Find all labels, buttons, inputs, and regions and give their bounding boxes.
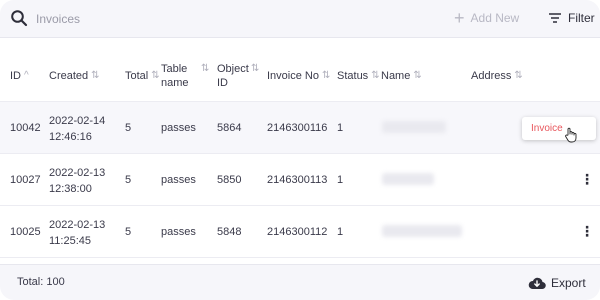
column-header-name-label: Name <box>381 70 411 82</box>
plus-icon: + <box>454 8 465 28</box>
cell-object-id: 5864 <box>217 122 242 134</box>
table-row[interactable]: 10042 2022-02-14 12:46:16 5 passes 5864 … <box>0 102 600 154</box>
column-header-status-label: Status <box>337 70 369 82</box>
cell-table-name: passes <box>161 122 196 134</box>
cell-status: 1 <box>337 122 344 134</box>
table-footer: Total: 100 Export <box>0 264 600 300</box>
cell-status: 1 <box>337 226 344 238</box>
sort-icon: ⇅ <box>201 63 210 74</box>
sort-icon: ⇅ <box>413 70 422 81</box>
cell-name-redacted <box>382 121 446 133</box>
cell-created-time: 11:25:45 <box>49 235 92 247</box>
add-new-label: Add New <box>470 11 520 25</box>
column-header-invoice-no-label: Invoice No <box>267 70 319 82</box>
cell-status: 1 <box>337 174 344 186</box>
add-new-button[interactable]: + Add New <box>454 8 519 28</box>
column-header-object-id-label-2: ID <box>217 77 228 89</box>
table-row[interactable]: 10027 2022-02-13 12:38:00 5 passes 5850 … <box>0 154 600 206</box>
export-label: Export <box>551 276 586 290</box>
table-header: ID ^ Created ⇅ Total ⇅ Table name ⇅ Obje… <box>0 50 600 102</box>
cell-total: 5 <box>125 226 132 238</box>
column-header-table-name-label-2: name <box>161 77 189 89</box>
column-header-total[interactable]: Total ⇅ <box>125 69 160 83</box>
cell-created-date: 2022-02-13 <box>49 167 106 179</box>
cell-name-redacted <box>382 173 434 185</box>
cell-invoice-no: 2146300113 <box>267 174 328 186</box>
cell-id: 10027 <box>10 174 41 186</box>
column-header-address-label: Address <box>471 70 512 82</box>
cell-created-time: 12:38:00 <box>49 183 92 195</box>
sort-icon: ⇅ <box>514 70 523 81</box>
column-header-invoice-no[interactable]: Invoice No ⇅ <box>267 69 330 83</box>
column-header-id-label: ID <box>10 70 21 82</box>
column-header-total-label: Total <box>125 70 149 82</box>
cell-created-date: 2022-02-13 <box>49 219 106 231</box>
cell-object-id: 5850 <box>217 174 242 186</box>
column-header-status[interactable]: Status ⇅ <box>337 69 380 83</box>
cell-total: 5 <box>125 122 132 134</box>
hand-cursor-icon <box>565 127 577 143</box>
invoices-table: ID ^ Created ⇅ Total ⇅ Table name ⇅ Obje… <box>0 50 600 264</box>
cell-id: 10042 <box>10 122 41 134</box>
sort-icon: ⇅ <box>371 70 380 81</box>
filter-icon <box>549 13 561 23</box>
row-menu-invoice-item[interactable]: Invoice <box>522 117 596 140</box>
sort-icon: ⇅ <box>151 70 160 81</box>
cell-object-id: 5848 <box>217 226 242 238</box>
column-header-table-name-label-1: Table <box>161 63 188 75</box>
column-header-address[interactable]: Address ⇅ <box>471 69 523 83</box>
row-menu-icon[interactable]: ⋮ <box>580 171 594 187</box>
search-icon[interactable] <box>10 9 28 27</box>
column-header-created-label: Created <box>49 70 89 82</box>
total-count: Total: 100 <box>17 276 65 288</box>
sort-asc-icon: ^ <box>24 70 29 81</box>
toolbar: + Add New Filter <box>0 0 600 38</box>
sort-icon: ⇅ <box>91 70 100 81</box>
cell-id: 10025 <box>10 226 41 238</box>
search-input[interactable] <box>36 10 276 28</box>
invoices-panel: + Add New Filter ID ^ Created ⇅ Total <box>0 0 600 300</box>
row-menu-icon[interactable]: ⋮ <box>580 223 594 239</box>
cloud-download-icon <box>528 277 546 290</box>
cell-total: 5 <box>125 174 132 186</box>
column-header-id[interactable]: ID ^ <box>10 69 29 83</box>
cell-table-name: passes <box>161 174 196 186</box>
sort-icon: ⇅ <box>321 70 331 81</box>
sort-icon: ⇅ <box>251 63 260 74</box>
column-header-name[interactable]: Name ⇅ <box>381 69 422 83</box>
column-header-object-id-label-1: Object <box>217 63 249 75</box>
cell-invoice-no: 2146300116 <box>267 122 328 134</box>
export-button[interactable]: Export <box>528 276 586 290</box>
cell-name-redacted <box>382 225 462 237</box>
cell-invoice-no: 2146300112 <box>267 226 328 238</box>
cell-table-name: passes <box>161 226 196 238</box>
column-header-object-id[interactable]: Object ID ⇅ <box>217 62 259 90</box>
column-header-table-name[interactable]: Table name ⇅ <box>161 62 209 90</box>
filter-label: Filter <box>568 11 595 25</box>
column-header-created[interactable]: Created ⇅ <box>49 69 100 83</box>
table-row[interactable]: 10025 2022-02-13 11:25:45 5 passes 5848 … <box>0 206 600 258</box>
filter-button[interactable]: Filter <box>548 8 595 28</box>
cell-created-date: 2022-02-14 <box>49 115 106 127</box>
cell-created-time: 12:46:16 <box>49 131 92 143</box>
